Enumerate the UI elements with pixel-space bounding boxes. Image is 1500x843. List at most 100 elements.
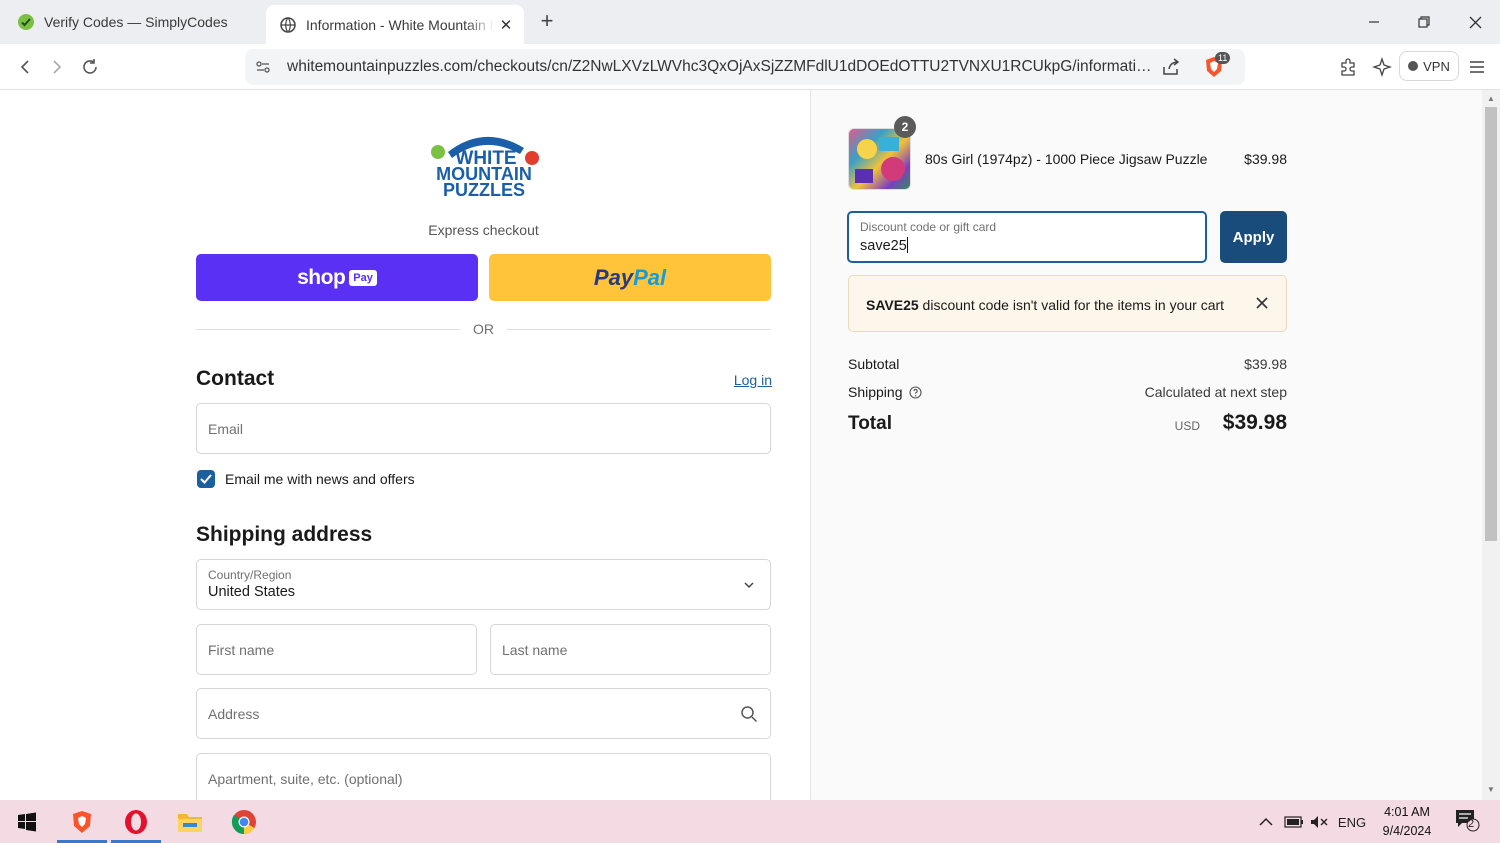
chevron-down-icon	[740, 576, 758, 594]
alert-code: SAVE25	[866, 297, 919, 313]
site-settings-icon[interactable]	[255, 59, 271, 75]
windows-taskbar: ENG 4:01 AM 9/4/2024 2	[0, 800, 1500, 843]
email-field[interactable]: Email	[196, 403, 771, 454]
minimize-icon[interactable]	[1362, 10, 1386, 34]
page-scrollbar[interactable]: ▲ ▼	[1482, 90, 1500, 800]
language-indicator[interactable]: ENG	[1335, 812, 1369, 832]
shipping-label: Shipping	[848, 384, 903, 400]
contact-heading: Contact	[196, 367, 275, 390]
vpn-label: VPN	[1423, 58, 1450, 74]
clock-time: 4:01 AM	[1384, 805, 1430, 819]
store-logo[interactable]: WHITE MOUNTAIN PUZZLES	[426, 130, 542, 200]
globe-icon	[280, 16, 296, 33]
extensions-icon[interactable]	[1337, 56, 1359, 78]
first-name-placeholder: First name	[208, 642, 275, 658]
vpn-button[interactable]: VPN	[1399, 51, 1459, 81]
close-tab-icon[interactable]: ✕	[494, 13, 518, 37]
back-icon[interactable]	[13, 55, 37, 79]
system-clock[interactable]: 4:01 AM 9/4/2024	[1375, 803, 1439, 841]
scroll-down-icon[interactable]: ▼	[1486, 785, 1496, 795]
address-placeholder: Address	[208, 706, 260, 722]
taskbar-brave-icon[interactable]	[57, 800, 107, 843]
battery-icon[interactable]	[1283, 812, 1305, 832]
close-window-icon[interactable]	[1463, 10, 1487, 34]
country-select[interactable]: Country/Region United States	[196, 559, 771, 610]
shield-count-badge: 11	[1215, 52, 1231, 64]
last-name-field[interactable]: Last name	[490, 624, 771, 675]
apartment-placeholder: Apartment, suite, etc. (optional)	[208, 771, 403, 787]
start-button[interactable]	[2, 800, 52, 843]
reload-icon[interactable]	[78, 55, 102, 79]
country-value: United States	[208, 584, 296, 600]
paypal-button[interactable]: Pay Pal	[489, 254, 771, 301]
shop-pay-tag: Pay	[349, 269, 377, 286]
checkout-page: WHITE MOUNTAIN PUZZLES Express checkout …	[0, 90, 1500, 800]
taskbar-opera-icon[interactable]	[111, 800, 161, 843]
search-icon	[740, 705, 758, 723]
svg-text:PUZZLES: PUZZLES	[443, 180, 525, 200]
total-label: Total	[848, 413, 892, 434]
menu-icon[interactable]	[1466, 56, 1488, 78]
volume-muted-icon[interactable]	[1308, 812, 1330, 832]
last-name-placeholder: Last name	[502, 642, 568, 658]
product-name: 80s Girl (1974pz) - 1000 Piece Jigsaw Pu…	[925, 151, 1208, 167]
alert-text: discount code isn't valid for the items …	[918, 297, 1225, 313]
close-icon[interactable]	[1252, 293, 1272, 313]
discount-value-wrap: save25	[860, 237, 908, 254]
notification-count: 2	[1468, 818, 1475, 830]
scrollbar-thumb[interactable]	[1485, 107, 1497, 541]
email-placeholder: Email	[208, 421, 244, 437]
alert-message: SAVE25 discount code isn't valid for the…	[866, 297, 1224, 313]
express-checkout-label: Express checkout	[428, 222, 539, 238]
shipping-row: Shipping Calculated at next step	[848, 384, 1287, 404]
simplycodes-favicon-icon	[18, 14, 34, 30]
quantity-badge: 2	[894, 116, 916, 138]
discount-error-alert: SAVE25 discount code isn't valid for the…	[848, 275, 1287, 332]
show-hidden-icons-icon[interactable]	[1256, 812, 1276, 832]
help-icon[interactable]	[909, 386, 922, 402]
tab-white-mountain[interactable]: Information - White Mountain Puzzles ✕	[266, 5, 524, 44]
vpn-status-icon	[1408, 61, 1419, 71]
shipping-label-wrap: Shipping	[848, 384, 922, 402]
news-checkbox-label: Email me with news and offers	[225, 471, 415, 487]
subtotal-value: $39.98	[1244, 356, 1287, 372]
shipping-heading: Shipping address	[196, 523, 373, 546]
apartment-field[interactable]: Apartment, suite, etc. (optional)	[196, 753, 771, 800]
forward-icon[interactable]	[45, 55, 69, 79]
paypal-wordmark-2: Pal	[633, 264, 667, 290]
shop-pay-wordmark: shop	[297, 265, 346, 289]
new-tab-button[interactable]: +	[536, 10, 558, 33]
discount-code-field[interactable]: Discount code or gift card save25	[847, 211, 1207, 263]
or-label: OR	[473, 321, 494, 337]
leo-ai-icon[interactable]	[1371, 56, 1393, 78]
tab-title: Information - White Mountain Puzzles	[306, 16, 494, 33]
country-label: Country/Region	[208, 568, 292, 582]
url-text: whitemountainpuzzles.com/checkouts/cn/Z2…	[287, 58, 1157, 75]
share-icon[interactable]	[1161, 57, 1181, 77]
paypal-wordmark-1: Pay	[593, 264, 634, 290]
tab-title: Verify Codes — SimplyCodes	[44, 14, 228, 30]
address-bar[interactable]: whitemountainpuzzles.com/checkouts/cn/Z2…	[245, 49, 1245, 85]
total-value: $39.98	[1222, 411, 1287, 434]
scroll-up-icon[interactable]: ▲	[1486, 94, 1496, 104]
browser-toolbar: whitemountainpuzzles.com/checkouts/cn/Z2…	[0, 44, 1500, 90]
notification-center-icon[interactable]: 2	[1452, 810, 1482, 832]
login-link[interactable]: Log in	[700, 372, 772, 388]
address-field[interactable]: Address	[196, 688, 771, 739]
tab-simplycodes[interactable]: Verify Codes — SimplyCodes	[8, 5, 258, 39]
taskbar-file-explorer-icon[interactable]	[165, 800, 215, 843]
discount-value: save25	[860, 238, 907, 254]
browser-tab-bar: Verify Codes — SimplyCodes Information -…	[0, 0, 1500, 44]
subtotal-label: Subtotal	[848, 356, 900, 372]
news-checkbox[interactable]	[197, 470, 215, 488]
subtotal-row: Subtotal $39.98	[848, 356, 1287, 376]
first-name-field[interactable]: First name	[196, 624, 477, 675]
discount-label: Discount code or gift card	[860, 220, 997, 234]
total-currency: USD	[1174, 419, 1200, 433]
shop-pay-button[interactable]: shop Pay	[196, 254, 478, 301]
apply-button[interactable]: Apply	[1220, 211, 1287, 263]
product-price: $39.98	[1244, 151, 1287, 167]
restore-icon[interactable]	[1412, 10, 1436, 34]
taskbar-chrome-icon[interactable]	[219, 800, 269, 843]
or-divider: OR	[196, 321, 771, 337]
